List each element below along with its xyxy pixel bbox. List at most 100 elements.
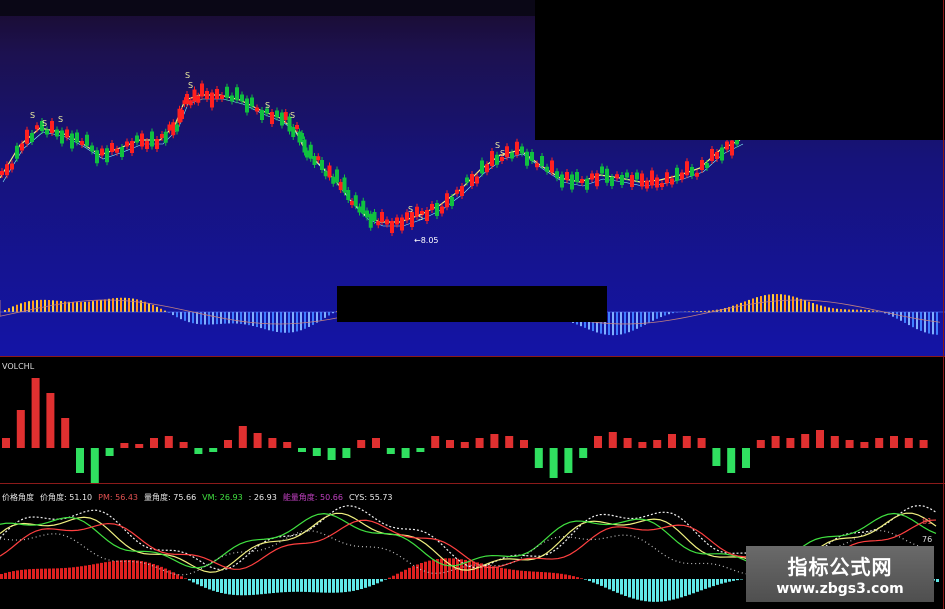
candle-body <box>225 86 229 98</box>
angle-bar-down <box>724 579 727 583</box>
histogram-bar-up <box>40 299 42 312</box>
histogram-bar-up <box>128 298 130 312</box>
angle-bar-down <box>648 579 651 602</box>
volume-chart-svg <box>2 378 928 483</box>
candle-body <box>530 152 534 161</box>
histogram-bar-down <box>932 312 934 335</box>
histogram-bar-down <box>248 312 250 326</box>
angle-bar-down <box>604 579 607 588</box>
candle-body <box>445 193 449 208</box>
candle-body <box>655 177 659 188</box>
histogram-bar-up <box>92 301 94 312</box>
angle-bar-up <box>388 577 391 579</box>
volume-bar-up <box>238 426 247 448</box>
volume-bar-up <box>786 438 795 448</box>
candle-body <box>20 143 24 151</box>
histogram-bar-up <box>768 294 770 312</box>
angle-bar-down <box>376 579 379 584</box>
candle-body <box>155 139 159 149</box>
angle-bar-down <box>216 579 219 592</box>
volume-bar-up <box>224 440 232 448</box>
angle-bar-up <box>132 560 135 579</box>
angle-bar-up <box>136 560 139 579</box>
volume-bar-up <box>164 436 173 448</box>
angle-bar-down <box>256 579 259 595</box>
angle-bar-down <box>220 579 223 593</box>
histogram-bar-up <box>748 299 750 312</box>
angle-bar-down <box>668 579 671 601</box>
volume-bar-up <box>460 442 469 448</box>
histogram-bar-down <box>664 312 666 316</box>
volume-bar-up <box>120 443 129 448</box>
volume-bar-up <box>875 438 884 448</box>
candle-body <box>353 195 358 207</box>
redaction-block-top <box>535 0 945 140</box>
histogram-bar-up <box>76 302 78 312</box>
histogram-bar-down <box>660 312 662 318</box>
volume-bar-up <box>283 442 292 448</box>
angle-bar-up <box>544 572 547 579</box>
candle-body <box>196 95 201 103</box>
watermark-badge: 指标公式网 www.zbgs3.com <box>746 546 934 602</box>
volume-panel[interactable]: VOLCHL <box>0 356 945 483</box>
volume-bar-down <box>742 448 750 468</box>
angle-bar-up <box>72 567 75 579</box>
histogram-bar-up <box>160 308 162 312</box>
angle-bar-down <box>348 579 351 592</box>
candle-body <box>185 94 189 104</box>
histogram-bar-down <box>268 312 270 331</box>
angle-bar-down <box>336 579 339 593</box>
volume-bar-up <box>653 440 662 448</box>
volume-bar-up <box>860 442 869 448</box>
angle-bar-down <box>588 579 591 582</box>
angle-bar-down <box>720 579 723 584</box>
candle-body <box>575 172 579 182</box>
volume-bar-up <box>31 378 40 448</box>
volume-bar-up <box>771 436 780 448</box>
price-chart-panel[interactable]: SSSSSSSSSSS ←8.05 <box>0 0 945 356</box>
signal-marker: S <box>418 213 423 222</box>
volume-bar-up <box>830 436 839 448</box>
angle-bar-down <box>716 579 719 585</box>
histogram-bar-up <box>60 301 62 312</box>
angle-bar-down <box>636 579 639 600</box>
candle-body <box>140 133 144 147</box>
angle-bar-down <box>296 579 299 592</box>
angle-bar-down <box>680 579 683 598</box>
angle-bar-down <box>204 579 207 588</box>
angle-bar-up <box>88 564 91 579</box>
angle-bar-up <box>164 568 167 579</box>
histogram-bar-up <box>864 309 866 312</box>
candle-body <box>595 173 599 187</box>
histogram-bar-up <box>772 294 774 312</box>
histogram-bar-down <box>196 312 198 324</box>
histogram-bar-down <box>252 312 254 327</box>
candle-body <box>250 97 254 107</box>
volume-bar-down <box>342 448 351 458</box>
candle-body <box>291 127 296 137</box>
angle-bar-up <box>168 570 171 579</box>
volume-bar-up <box>475 438 484 448</box>
angle-bar-up <box>580 578 583 579</box>
candle-body <box>283 112 288 120</box>
candle-body <box>316 156 321 161</box>
candle-body <box>565 172 569 180</box>
angle-bar-down <box>740 579 743 580</box>
candle-body <box>160 134 164 138</box>
histogram-bar-up <box>780 294 782 312</box>
volume-bar-down <box>416 448 425 452</box>
angle-bar-down <box>380 579 383 582</box>
candle-body <box>625 172 629 178</box>
signal-marker: S <box>408 205 413 214</box>
signal-marker: S <box>290 111 295 120</box>
indicator-label: 价角度: 51.10 <box>40 493 93 502</box>
angle-bar-down <box>736 579 739 581</box>
candle-body <box>385 219 389 225</box>
candle-body <box>200 83 204 97</box>
histogram-bar-up <box>32 300 34 312</box>
histogram-bar-down <box>184 312 186 321</box>
angle-bar-up <box>148 562 151 579</box>
angle-bar-up <box>20 569 23 579</box>
candle-body <box>312 156 317 165</box>
histogram-bar-down <box>272 312 274 332</box>
